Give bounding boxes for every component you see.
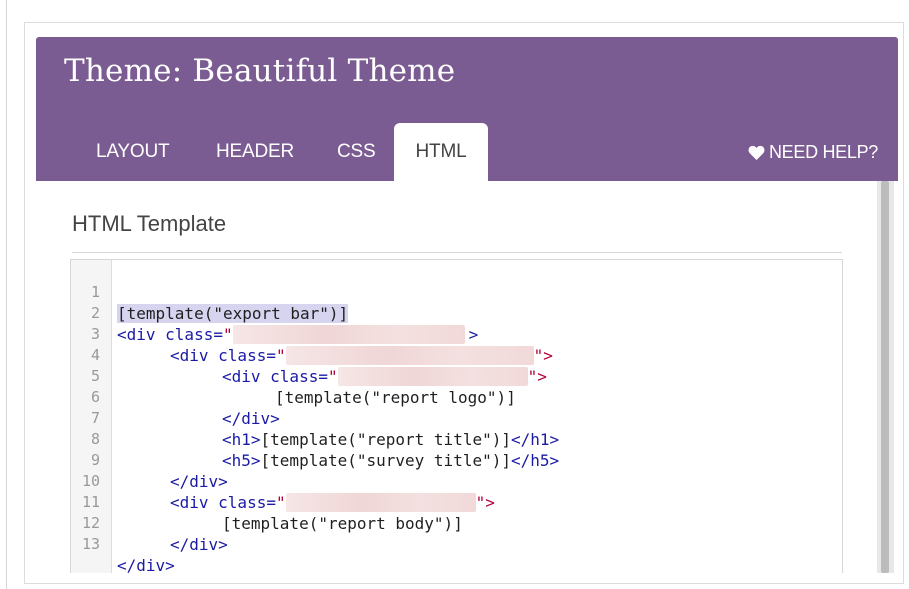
section-title: HTML Template: [72, 211, 227, 236]
code-line[interactable]: 3 <div class=" ">: [71, 303, 553, 365]
code-line[interactable]: 5 [template("report logo")]: [71, 345, 516, 407]
page-title: Theme: Beautiful Theme: [64, 53, 456, 89]
redacted-class: [285, 493, 476, 512]
theme-header: Theme: Beautiful Theme LAYOUT HEADER CSS…: [36, 37, 898, 181]
tab-html[interactable]: HTML: [394, 123, 488, 181]
code-line[interactable]: 7 <h1>[template("report title")]</h1>: [71, 387, 559, 449]
section-divider: [72, 252, 842, 253]
need-help-label: NEED HELP?: [768, 142, 878, 162]
heart-icon: [748, 145, 765, 160]
code-line[interactable]: 8 <h5>[template("survey title")]</h5>: [71, 408, 559, 470]
code-line[interactable]: 2 <div class=" >: [71, 282, 478, 344]
code-line[interactable]: 4 <div class=" ">: [71, 324, 547, 386]
tab-css[interactable]: CSS: [337, 123, 376, 181]
redacted-class: [337, 367, 528, 386]
code-line[interactable]: 9 </div>: [71, 429, 228, 491]
redacted-class: [232, 325, 465, 344]
tab-header[interactable]: HEADER: [216, 123, 294, 181]
left-divider: [6, 0, 7, 589]
scrollbar[interactable]: [877, 181, 894, 573]
code-line[interactable]: 11 [template("report body")]: [71, 471, 463, 533]
redacted-class: [285, 346, 534, 365]
tab-layout[interactable]: LAYOUT: [96, 123, 170, 181]
code-line[interactable]: 12 </div>: [71, 492, 228, 554]
code-line[interactable]: 1 [template("export bar")]: [71, 261, 349, 323]
line-number: 13: [81, 535, 100, 553]
scrollbar-thumb[interactable]: [881, 181, 889, 573]
tab-bar: LAYOUT HEADER CSS HTML NEED HELP?: [36, 123, 898, 181]
code-editor[interactable]: 1 [template("export bar")] 2 <div class=…: [70, 259, 843, 573]
code-line[interactable]: 10 <div class=" ">: [71, 450, 495, 512]
need-help-link[interactable]: NEED HELP?: [748, 123, 878, 181]
code-line[interactable]: 6 </div>: [71, 366, 280, 428]
code-line[interactable]: 13 </div>: [71, 513, 175, 573]
